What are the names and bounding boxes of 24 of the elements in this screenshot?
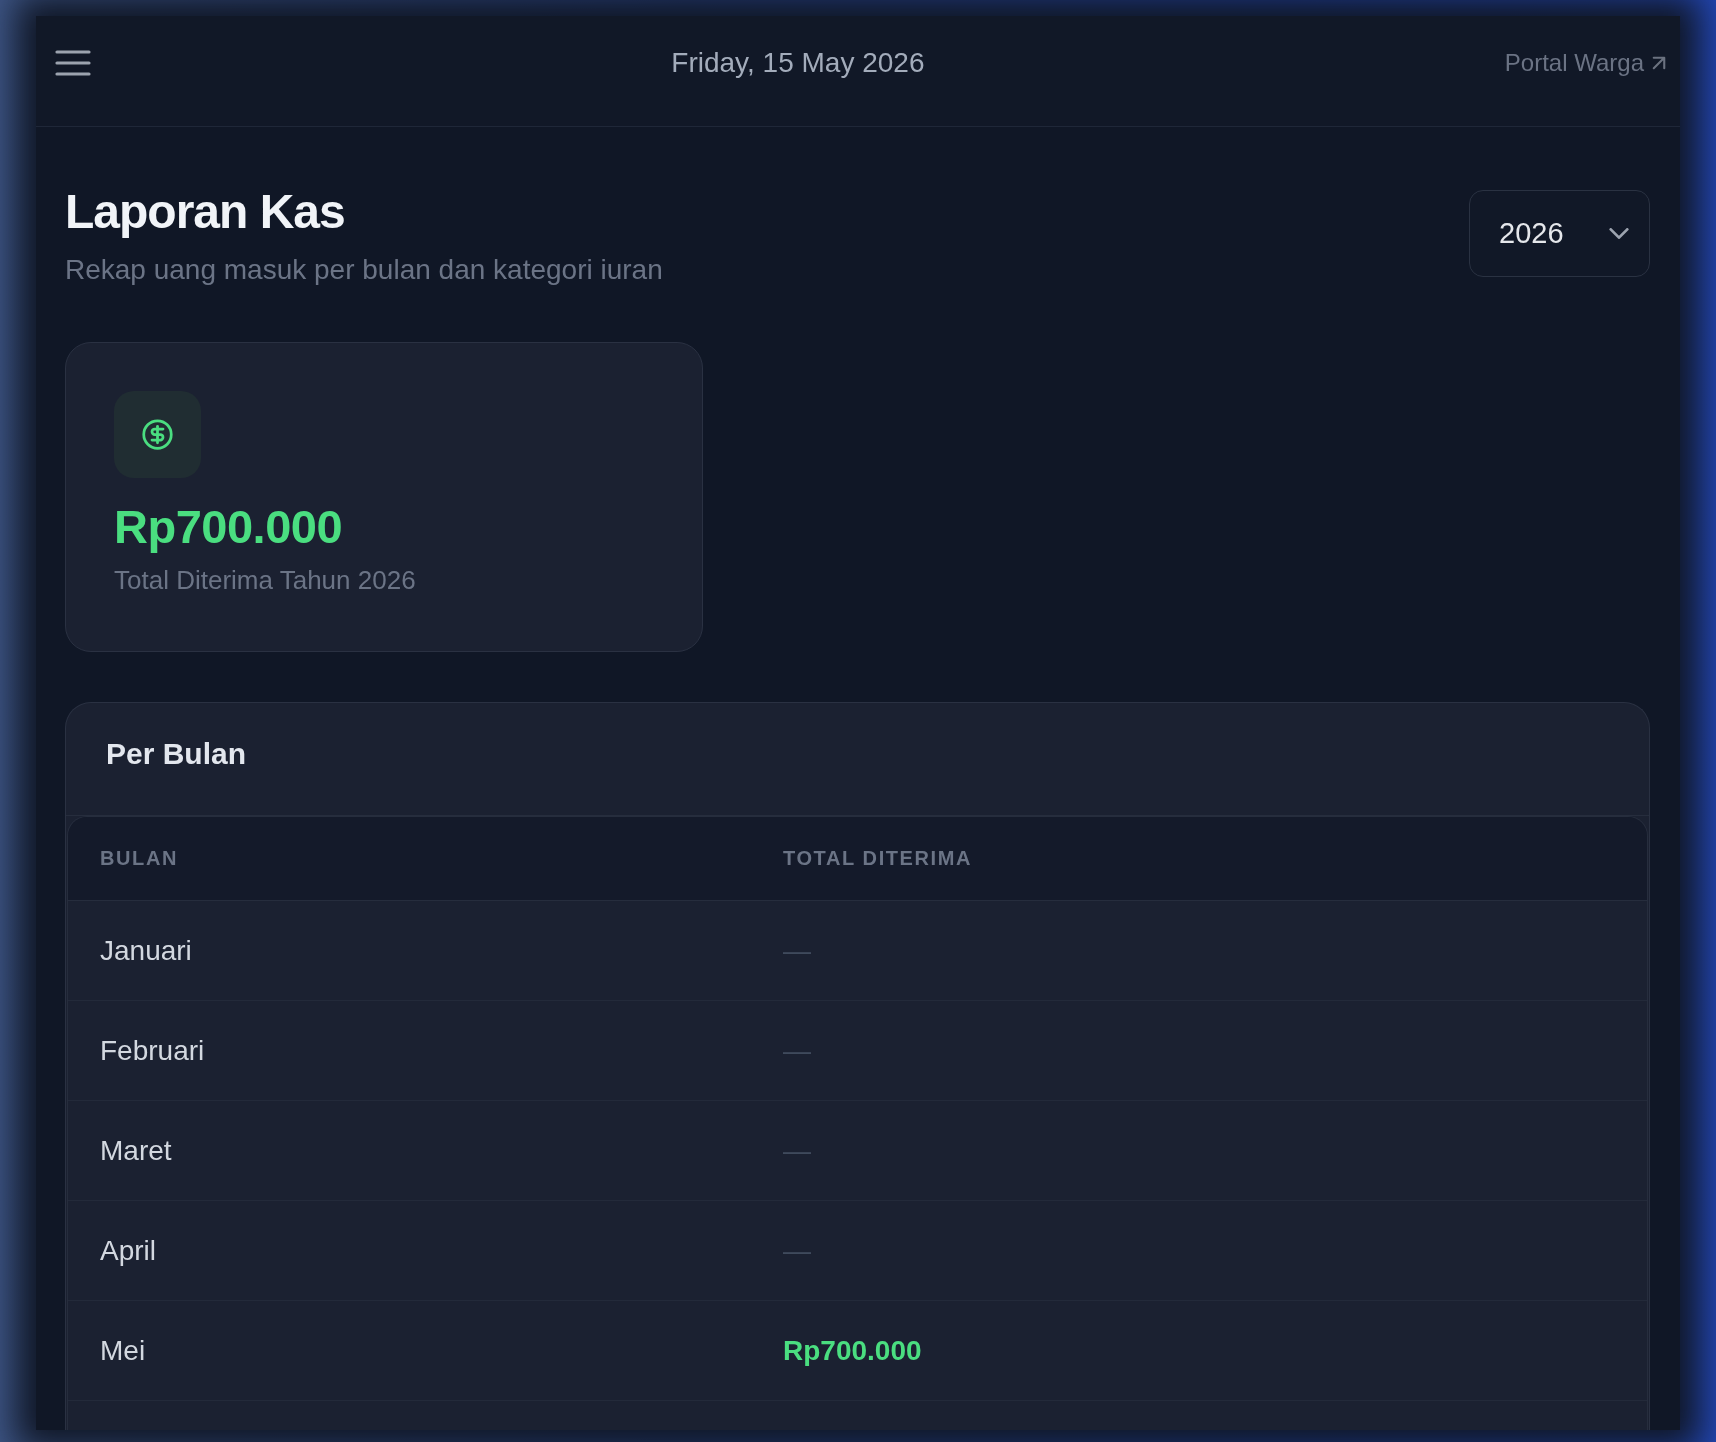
table-cell: Rp700.000 [783, 1334, 922, 1367]
table-cell: Januari [100, 934, 192, 967]
chevron-down-icon [1609, 228, 1629, 239]
year-select[interactable]: 2026 [1469, 190, 1650, 277]
total-amount: Rp700.000 [114, 499, 343, 555]
table-cell: Maret [100, 1134, 172, 1167]
column-header: BULAN [100, 847, 178, 870]
dollar-icon [114, 391, 201, 478]
table-cell: — [783, 934, 811, 967]
table-cell: — [783, 1034, 811, 1067]
section-title: Per Bulan [106, 737, 247, 770]
menu-icon[interactable] [55, 49, 91, 77]
table-cell: Februari [100, 1034, 205, 1067]
table-cell: — [783, 1134, 811, 1167]
table-cell: — [783, 1234, 811, 1267]
date-label: Friday, 15 May 2026 [671, 47, 925, 79]
table-cell: Mei [100, 1334, 146, 1367]
column-header: TOTAL DITERIMA [783, 847, 973, 870]
page-title: Laporan Kas [65, 184, 345, 240]
portal-link[interactable]: Portal Warga [1504, 49, 1666, 77]
table-cell: April [100, 1234, 156, 1267]
page-subtitle: Rekap uang masuk per bulan dan kategori iuran [65, 253, 663, 287]
total-label: Total Diterima Tahun 2026 [114, 564, 416, 597]
arrow-up-right-icon [1652, 56, 1666, 70]
